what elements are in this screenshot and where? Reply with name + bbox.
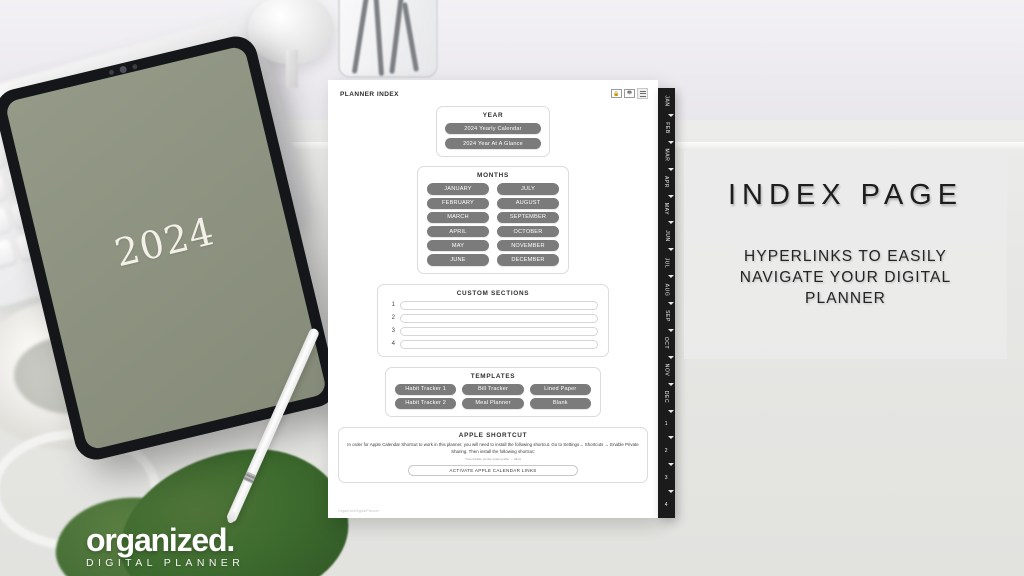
side-tab-jan[interactable]: JAN [658,88,675,117]
document-watermark: OrganizedDigitalPlanner [338,509,380,513]
months-card-title: MONTHS [477,172,509,180]
custom-section-number-1: 1 [391,302,395,308]
side-tab-label: APR [663,176,670,189]
screenshot-scene: 2024 PLANNER INDEX 🔒 🖶 YEAR 2024 Yearly … [0,0,1024,576]
side-tab-label: NOV [663,363,670,377]
side-tab-feb[interactable]: FEB [658,115,675,144]
apple-shortcut-card: APPLE SHORTCUT In order for Apple Calend… [338,426,648,484]
templates-grid: Habit Tracker 1 Bill Tracker Lined Paper… [395,383,591,409]
side-tab-label: JAN [663,95,670,108]
templates-card-title: TEMPLATES [470,372,516,380]
side-tab-may[interactable]: MAY [658,196,675,225]
side-tab-oct[interactable]: OCT [658,330,675,359]
month-button-december[interactable]: DECEMBER [497,254,559,266]
brand-logo: organized. DIGITAL PLANNER [86,524,244,569]
side-tab-apr[interactable]: APR [658,169,675,198]
side-tab-label: SEP [663,310,670,323]
side-tab-label: 4 [664,501,669,508]
months-card: MONTHS JANUARY JULY FEBRUARY AUGUST MARC… [417,166,569,274]
side-tab-label: MAY [663,202,670,216]
template-button-habit-tracker-2[interactable]: Habit Tracker 2 [395,397,457,409]
custom-section-number-4: 4 [391,341,395,347]
custom-section-input-1[interactable] [400,300,598,310]
brand-tagline: DIGITAL PLANNER [86,557,245,569]
side-tab-label: OCT [663,337,670,350]
brand-name: organized. [86,522,235,558]
month-tab-rail[interactable]: JAN FEB MAR APR MAY JUN JUL AUG SEP OCT … [658,88,675,518]
document-header: PLANNER INDEX 🔒 🖶 [338,88,648,99]
custom-section-number-2: 2 [391,315,395,321]
custom-sections-card-title: CUSTOM SECTIONS [456,289,530,297]
side-tab-jul[interactable]: JUL [658,249,675,278]
side-tab-4[interactable]: 4 [658,491,675,518]
custom-section-row-2: 2 [388,313,598,323]
side-tab-1[interactable]: 1 [658,411,675,440]
side-tab-label: FEB [663,122,670,135]
side-tab-aug[interactable]: AUG [658,276,675,305]
lock-icon[interactable]: 🔒 [611,89,622,98]
template-button-meal-planner[interactable]: Meal Planner [462,397,524,409]
apple-shortcut-note: *Can disable private sharing after → All… [464,456,522,461]
side-tab-label: AUG [663,283,670,296]
year-card-title: YEAR [482,112,504,119]
side-tab-sep[interactable]: SEP [658,303,675,332]
hamburger-menu-icon[interactable] [637,88,648,99]
side-tab-label: 3 [664,474,669,481]
month-button-january[interactable]: JANUARY [427,183,489,195]
month-button-june[interactable]: JUNE [427,254,489,266]
year-button-yearly-calendar[interactable]: 2024 Yearly Calendar [445,123,541,135]
month-button-march[interactable]: MARCH [427,211,489,223]
custom-section-input-4[interactable] [400,339,598,349]
side-tab-mar[interactable]: MAR [658,142,675,171]
apple-shortcut-body: In order for Apple Calendar Shortcut to … [347,441,639,454]
custom-section-number-3: 3 [391,328,395,334]
months-grid: JANUARY JULY FEBRUARY AUGUST MARCH SEPTE… [427,183,559,266]
side-tab-label: JUL [663,257,670,269]
month-button-november[interactable]: NOVEMBER [497,240,559,252]
planner-cover-year: 2024 [110,209,219,276]
side-tab-jun[interactable]: JUN [658,222,675,252]
year-card: YEAR 2024 Yearly Calendar 2024 Year At A… [436,106,550,158]
glass-jar-prop [338,0,438,78]
caption-panel: INDEX PAGE HYPERLINKS TO EASILY NAVIGATE… [684,151,1007,359]
planner-index-document[interactable]: PLANNER INDEX 🔒 🖶 YEAR 2024 Yearly Calen… [328,80,658,518]
side-tab-2[interactable]: 2 [658,437,675,467]
month-button-september[interactable]: SEPTEMBER [497,211,559,223]
custom-section-input-3[interactable] [400,326,598,336]
year-button-year-at-a-glance[interactable]: 2024 Year At A Glance [445,138,541,150]
side-tab-label: DEC [663,390,670,404]
side-tab-3[interactable]: 3 [658,464,675,493]
template-button-bill-tracker[interactable]: Bill Tracker [462,383,524,395]
side-tab-label: 1 [664,420,669,427]
template-button-blank[interactable]: Blank [529,397,591,409]
side-tab-label: JUN [663,230,670,242]
side-tab-nov[interactable]: NOV [658,357,675,386]
side-tab-dec[interactable]: DEC [658,384,675,413]
month-button-february[interactable]: FEBRUARY [427,197,489,209]
activate-apple-calendar-links-button[interactable]: ACTIVATE APPLE CALENDAR LINKS [408,464,578,477]
print-icon[interactable]: 🖶 [624,89,635,98]
side-tab-label: 2 [664,447,669,454]
month-button-august[interactable]: AUGUST [497,197,559,209]
custom-section-input-2[interactable] [400,313,598,323]
caption-subtitle: HYPERLINKS TO EASILY NAVIGATE YOUR DIGIT… [739,248,952,307]
custom-section-row-3: 3 [388,326,598,336]
custom-sections-card: CUSTOM SECTIONS 1 2 3 4 [377,283,609,357]
custom-section-row-1: 1 [388,300,598,310]
month-button-july[interactable]: JULY [497,183,559,195]
template-button-habit-tracker-1[interactable]: Habit Tracker 1 [395,383,457,395]
templates-card: TEMPLATES Habit Tracker 1 Bill Tracker L… [385,366,601,417]
apple-shortcut-title: APPLE SHORTCUT [458,431,528,439]
side-tab-label: MAR [663,148,670,162]
month-button-april[interactable]: APRIL [427,225,489,238]
document-toolbar[interactable]: 🔒 🖶 [611,88,648,99]
month-button-may[interactable]: MAY [427,240,489,252]
page-title: PLANNER INDEX [340,91,399,98]
month-button-october[interactable]: OCTOBER [497,225,559,238]
custom-section-row-4: 4 [388,339,598,349]
template-button-lined-paper[interactable]: Lined Paper [529,383,591,395]
lamp-neck-prop [286,50,298,88]
caption-title: INDEX PAGE [727,179,964,211]
